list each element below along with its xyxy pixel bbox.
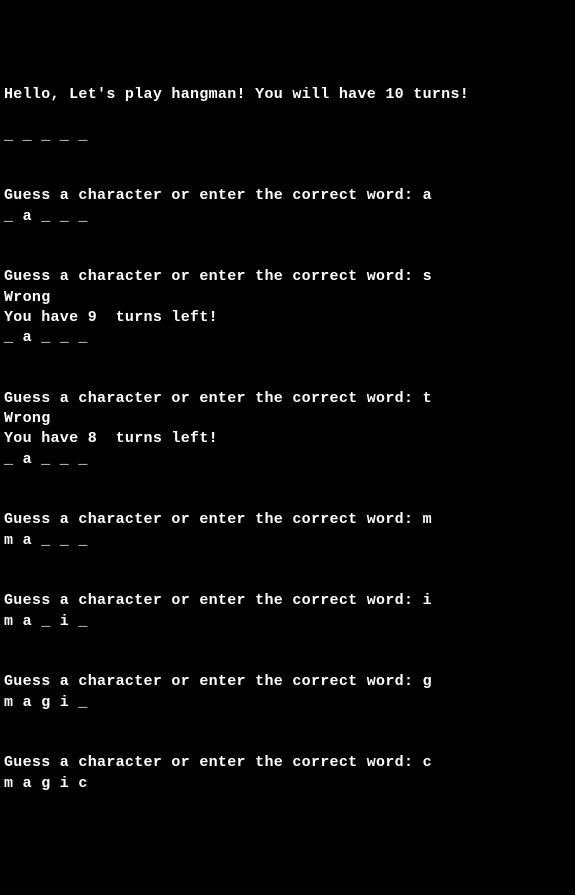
terminal-line (4, 227, 571, 247)
terminal-line (4, 551, 571, 571)
terminal-line: m a _ i _ (4, 612, 571, 632)
terminal-line: _ _ _ _ _ (4, 126, 571, 146)
terminal-line (4, 470, 571, 490)
terminal-line: Guess a character or enter the correct w… (4, 753, 571, 773)
terminal-line (4, 105, 571, 125)
terminal-line (4, 713, 571, 733)
terminal-line: m a g i _ (4, 693, 571, 713)
terminal-line: Guess a character or enter the correct w… (4, 267, 571, 287)
terminal-line (4, 490, 571, 510)
terminal-line (4, 652, 571, 672)
terminal-line: You have 8 turns left! (4, 429, 571, 449)
terminal-line: You have 9 turns left! (4, 308, 571, 328)
terminal-line: _ a _ _ _ (4, 328, 571, 348)
terminal-line (4, 571, 571, 591)
terminal-line (4, 348, 571, 368)
terminal-line (4, 733, 571, 753)
terminal-line: m a g i c (4, 774, 571, 794)
terminal-output: Hello, Let's play hangman! You will have… (4, 85, 571, 794)
terminal-line (4, 369, 571, 389)
terminal-line: _ a _ _ _ (4, 450, 571, 470)
terminal-line (4, 166, 571, 186)
terminal-line: Guess a character or enter the correct w… (4, 510, 571, 530)
terminal-line: Hello, Let's play hangman! You will have… (4, 85, 571, 105)
terminal-line: _ a _ _ _ (4, 207, 571, 227)
terminal-line: Guess a character or enter the correct w… (4, 186, 571, 206)
terminal-line: m a _ _ _ (4, 531, 571, 551)
terminal-line: Wrong (4, 409, 571, 429)
terminal-line (4, 632, 571, 652)
terminal-line: Guess a character or enter the correct w… (4, 672, 571, 692)
terminal-line: Guess a character or enter the correct w… (4, 389, 571, 409)
terminal-line: Guess a character or enter the correct w… (4, 591, 571, 611)
terminal-line (4, 247, 571, 267)
terminal-line (4, 146, 571, 166)
terminal-line: Wrong (4, 288, 571, 308)
